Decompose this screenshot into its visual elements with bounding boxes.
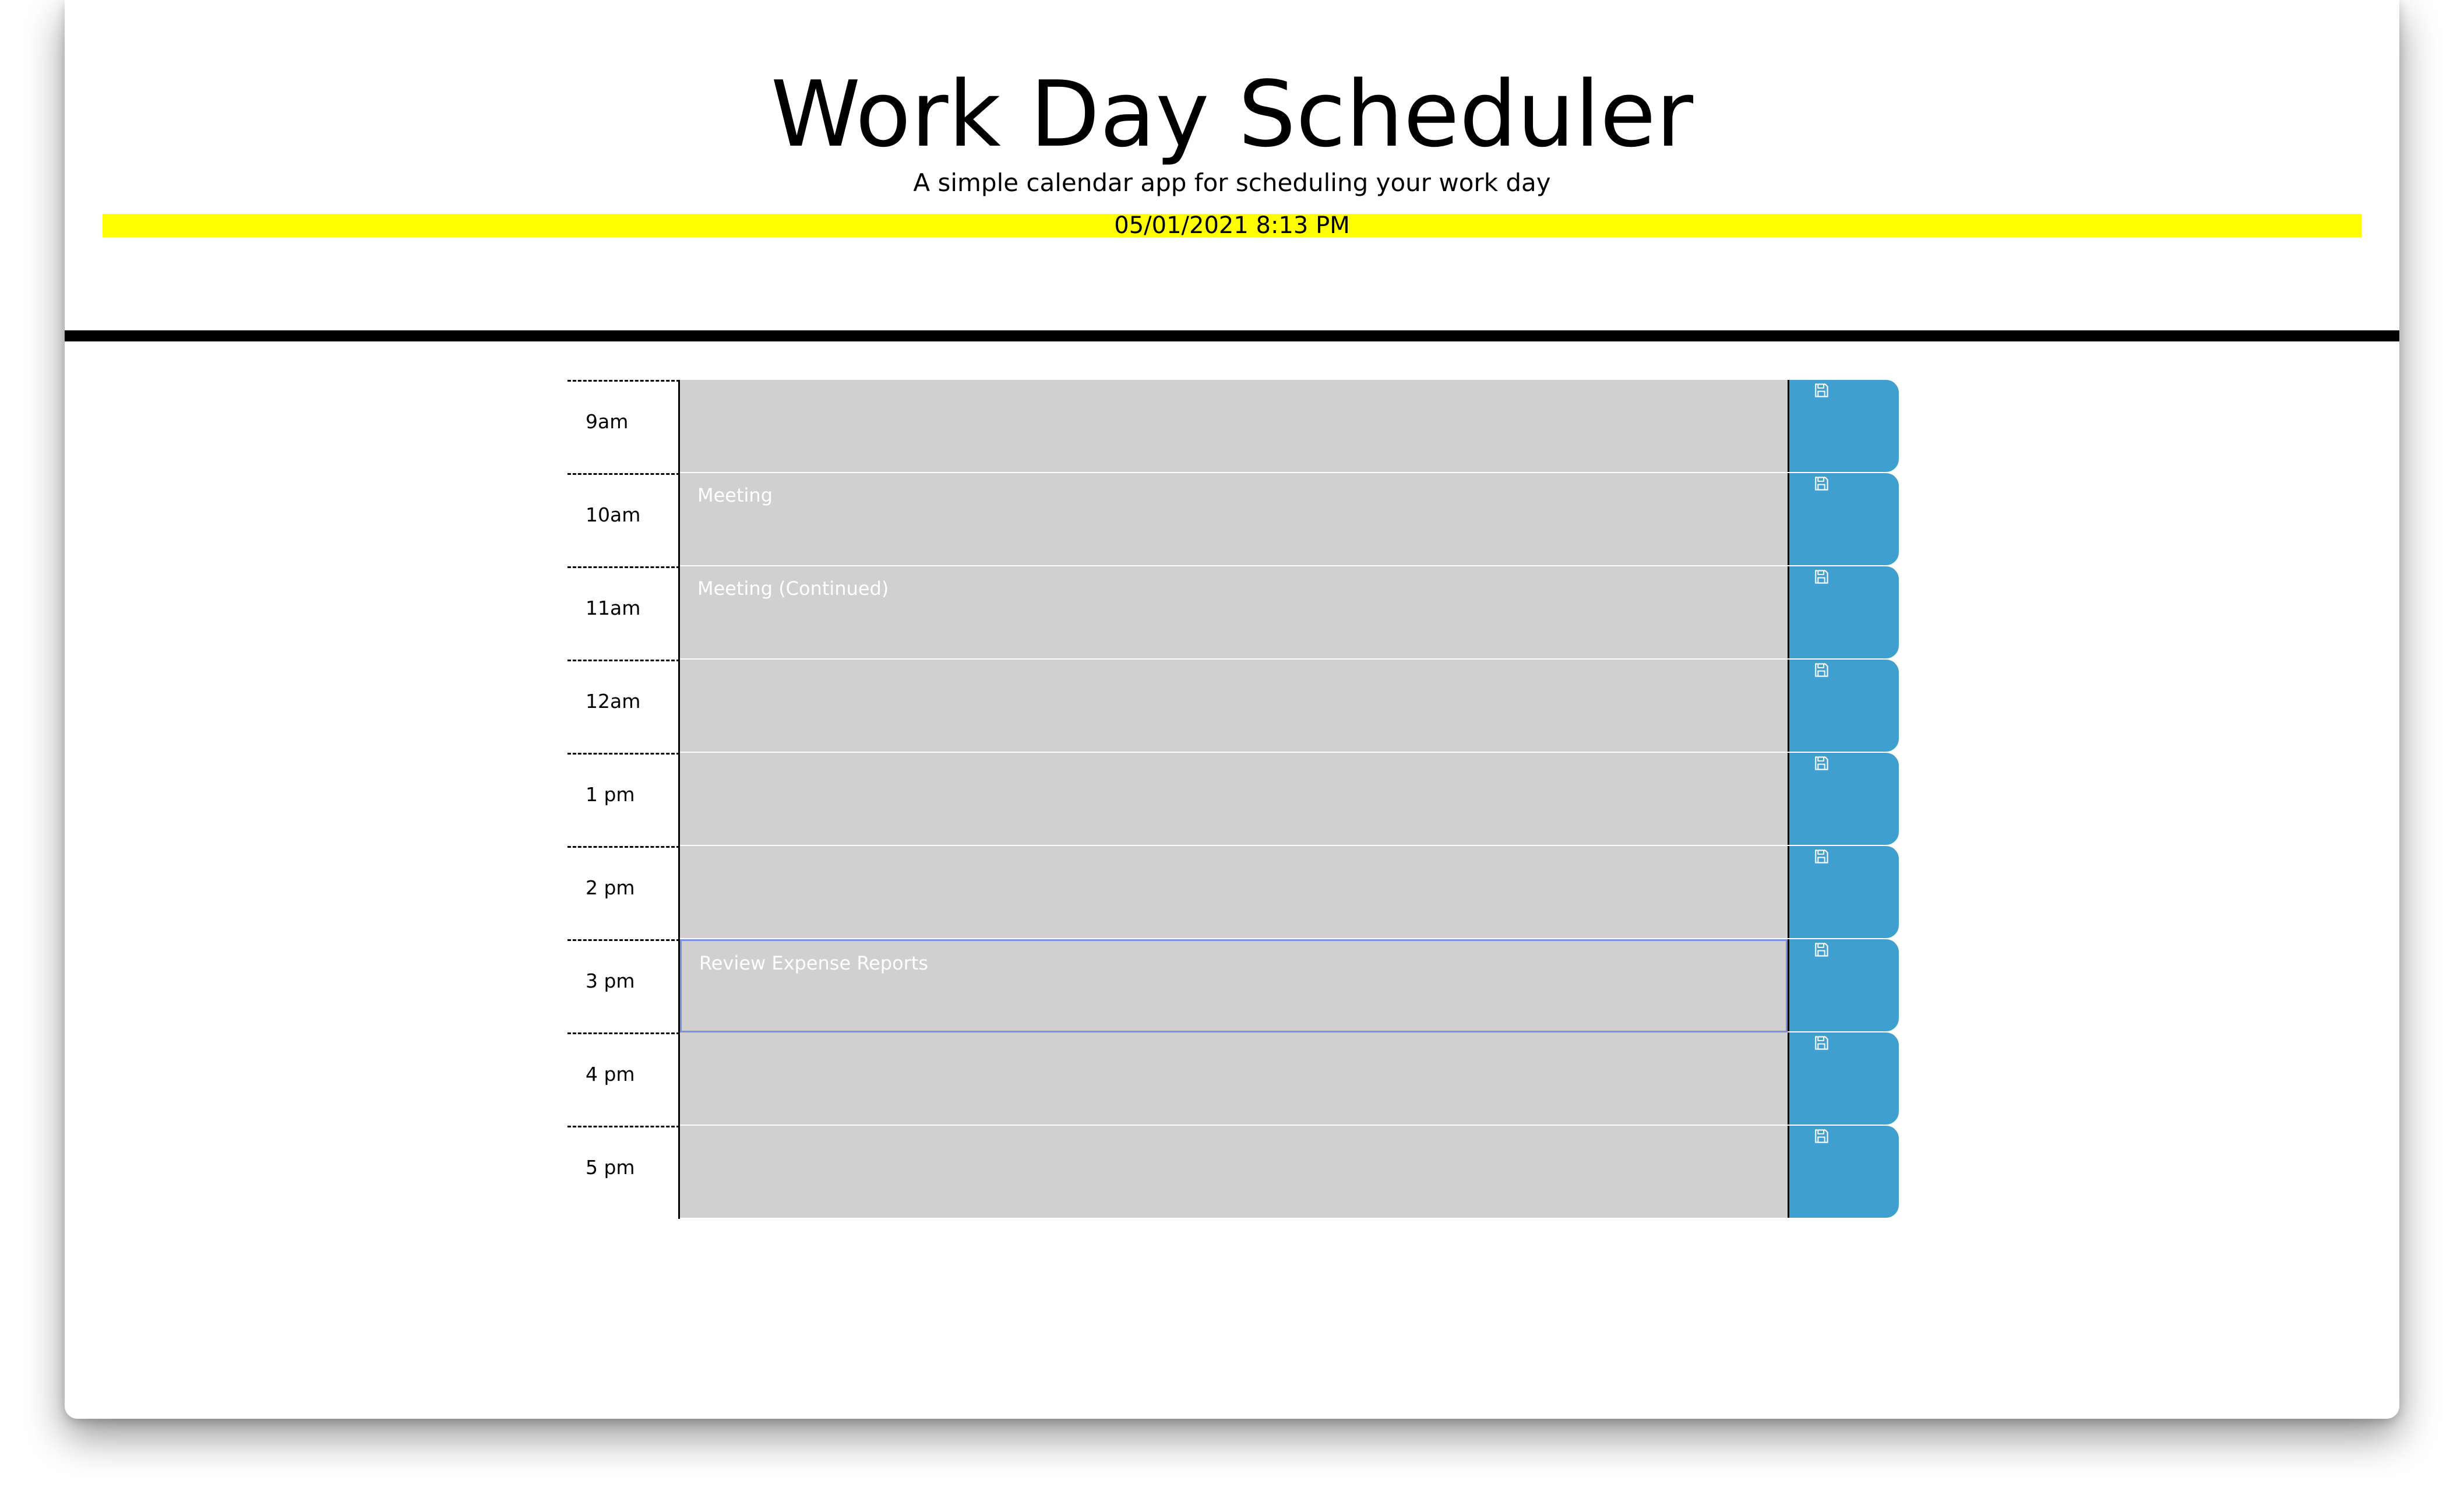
floppy-disk-icon bbox=[1815, 850, 1828, 863]
save-button[interactable] bbox=[1788, 566, 1899, 658]
time-block-row: 2 pm bbox=[567, 846, 1961, 939]
page-subtitle: A simple calendar app for scheduling you… bbox=[913, 168, 1551, 197]
floppy-disk-icon bbox=[1815, 1129, 1828, 1143]
event-description-input[interactable]: Meeting (Continued) bbox=[680, 566, 1788, 660]
hour-label: 3 pm bbox=[567, 939, 680, 1032]
event-description-input[interactable] bbox=[680, 846, 1788, 939]
hour-label: 12am bbox=[567, 660, 680, 753]
event-description-input[interactable] bbox=[680, 1126, 1788, 1219]
save-button[interactable] bbox=[1788, 1032, 1899, 1125]
save-button[interactable] bbox=[1788, 1126, 1899, 1218]
floppy-disk-icon bbox=[1815, 383, 1828, 397]
floppy-disk-icon bbox=[1815, 663, 1828, 677]
save-button[interactable] bbox=[1788, 939, 1899, 1031]
hour-label: 11am bbox=[567, 566, 680, 660]
hour-label: 5 pm bbox=[567, 1126, 680, 1219]
time-block-row: 3 pm Review Expense Reports bbox=[567, 939, 1961, 1032]
time-block-row: 5 pm bbox=[567, 1126, 1961, 1219]
time-block-row: 11am Meeting (Continued) bbox=[567, 566, 1961, 660]
time-block-row: 9am bbox=[567, 380, 1961, 473]
event-description-input[interactable] bbox=[680, 380, 1788, 473]
page-header: Work Day Scheduler A simple calendar app… bbox=[65, 0, 2399, 341]
save-button[interactable] bbox=[1788, 473, 1899, 565]
event-description-input[interactable] bbox=[680, 753, 1788, 846]
save-button[interactable] bbox=[1788, 846, 1899, 938]
current-datetime: 05/01/2021 8:13 PM bbox=[103, 214, 2361, 237]
time-block-row: 4 pm bbox=[567, 1032, 1961, 1126]
save-button[interactable] bbox=[1788, 660, 1899, 752]
event-description-input[interactable] bbox=[680, 660, 1788, 753]
event-description-input[interactable]: Review Expense Reports bbox=[680, 939, 1788, 1032]
hour-label: 1 pm bbox=[567, 753, 680, 846]
event-description-input[interactable]: Meeting bbox=[680, 473, 1788, 566]
floppy-disk-icon bbox=[1815, 570, 1828, 584]
save-button[interactable] bbox=[1788, 380, 1899, 472]
hour-label: 2 pm bbox=[567, 846, 680, 939]
time-block-row: 12am bbox=[567, 660, 1961, 753]
page-title: Work Day Scheduler bbox=[770, 61, 1694, 167]
save-button[interactable] bbox=[1788, 753, 1899, 845]
hour-label: 4 pm bbox=[567, 1032, 680, 1126]
time-block-row: 10am Meeting bbox=[567, 473, 1961, 566]
event-description-input[interactable] bbox=[680, 1032, 1788, 1126]
floppy-disk-icon bbox=[1815, 943, 1828, 957]
browser-window: Work Day Scheduler A simple calendar app… bbox=[65, 0, 2399, 1419]
time-block-container: 9am 10am Meeting 11am Meeting (Continued… bbox=[567, 380, 1961, 1219]
floppy-disk-icon bbox=[1815, 477, 1828, 491]
time-block-row: 1 pm bbox=[567, 753, 1961, 846]
floppy-disk-icon bbox=[1815, 1036, 1828, 1050]
hour-label: 9am bbox=[567, 380, 680, 473]
hour-label: 10am bbox=[567, 473, 680, 566]
floppy-disk-icon bbox=[1815, 756, 1828, 770]
